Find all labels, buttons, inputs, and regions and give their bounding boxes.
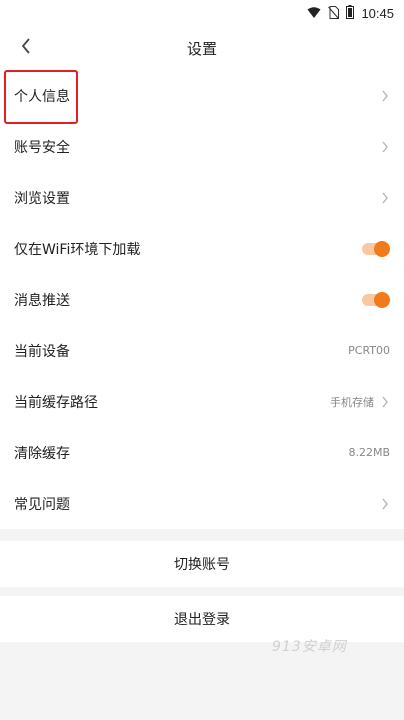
current-device-value: PCRT00 [348, 344, 390, 357]
toggle-knob [374, 240, 390, 257]
settings-list: 个人信息 账号安全 浏览设置 仅在WiFi环境下加载 消息推送 当前设备 PCR… [0, 70, 404, 529]
page-title: 设置 [186, 40, 217, 58]
toggle-knob [374, 291, 390, 308]
row-right [380, 140, 390, 154]
status-bar: 10:45 [0, 0, 404, 26]
chevron-right-icon [382, 498, 388, 509]
cache-path-value: 手机存储 [330, 395, 374, 409]
settings-item-label: 常见问题 [14, 496, 70, 513]
clear-cache-value: 8.22MB [348, 446, 390, 459]
settings-item-personal-info[interactable]: 个人信息 [0, 70, 404, 121]
chevron-right-icon [382, 90, 388, 101]
settings-item-current-device: 当前设备 PCRT00 [0, 325, 404, 376]
chevron-right-icon [382, 396, 388, 407]
row-right [380, 497, 390, 511]
watermark: 913安卓网 [272, 639, 347, 655]
status-time: 10:45 [361, 5, 394, 21]
settings-item-label: 清除缓存 [14, 445, 70, 462]
no-sim-icon [328, 4, 340, 23]
row-right [380, 89, 390, 103]
settings-item-wifi-only: 仅在WiFi环境下加载 [0, 223, 404, 274]
chevron-right-icon [382, 141, 388, 152]
row-right [380, 191, 390, 205]
settings-item-account-security[interactable]: 账号安全 [0, 121, 404, 172]
settings-item-push: 消息推送 [0, 274, 404, 325]
wifi-only-toggle[interactable] [362, 240, 390, 257]
switch-account-button[interactable]: 切换账号 [0, 541, 404, 587]
settings-item-faq[interactable]: 常见问题 [0, 478, 404, 529]
chevron-right-icon [382, 192, 388, 203]
header: 设置 [0, 26, 404, 70]
row-right: 手机存储 [330, 394, 390, 410]
settings-item-label: 当前缓存路径 [14, 394, 98, 411]
battery-icon [346, 4, 355, 23]
settings-item-cache-path[interactable]: 当前缓存路径 手机存储 [0, 376, 404, 427]
push-toggle[interactable] [362, 291, 390, 308]
settings-item-label: 账号安全 [14, 139, 70, 156]
settings-item-label: 个人信息 [14, 88, 70, 105]
settings-item-clear-cache[interactable]: 清除缓存 8.22MB [0, 427, 404, 478]
settings-item-label: 浏览设置 [14, 190, 70, 207]
status-icons: 10:45 [307, 4, 394, 22]
settings-item-label: 消息推送 [14, 292, 70, 309]
wifi-icon [307, 4, 321, 23]
settings-item-label: 当前设备 [14, 343, 70, 360]
settings-item-label: 仅在WiFi环境下加载 [14, 241, 141, 258]
settings-item-browse-settings[interactable]: 浏览设置 [0, 172, 404, 223]
